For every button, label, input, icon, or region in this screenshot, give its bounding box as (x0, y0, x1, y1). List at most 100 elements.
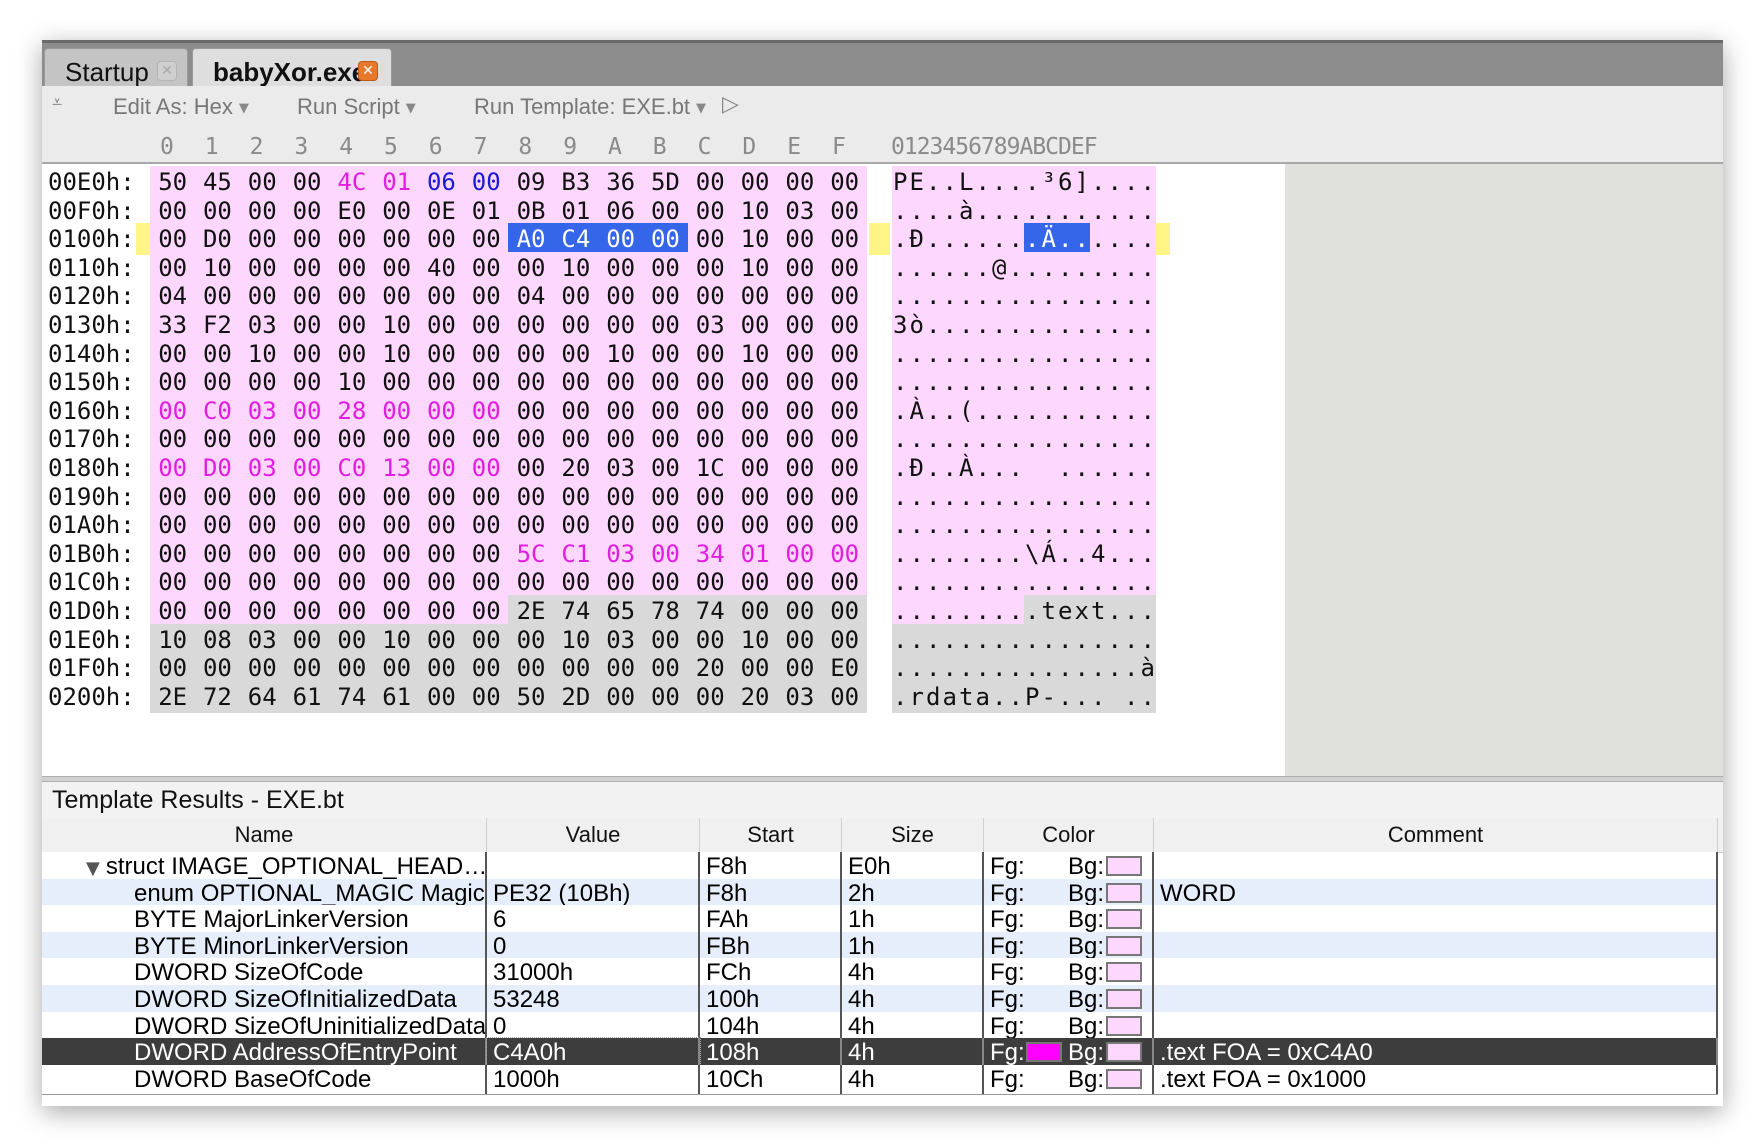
ascii-char[interactable]: . (1106, 280, 1123, 313)
hex-byte[interactable]: 00 (642, 366, 689, 399)
ascii-char[interactable]: Ð (908, 452, 925, 484)
ascii-char[interactable]: . (1040, 280, 1057, 313)
hex-byte[interactable]: 00 (822, 166, 868, 198)
ascii-char[interactable]: . (925, 166, 942, 198)
ascii-char[interactable]: à (958, 194, 975, 227)
ascii-char[interactable]: . (941, 652, 958, 685)
ascii-char[interactable]: . (1090, 309, 1107, 341)
ascii-char[interactable]: . (1106, 423, 1123, 456)
ascii-char[interactable]: . (1106, 194, 1123, 227)
ascii-char[interactable]: . (1139, 366, 1156, 399)
ascii-char[interactable]: . (1007, 280, 1024, 313)
hex-byte[interactable]: 06 (418, 166, 465, 198)
hex-byte[interactable]: 00 (822, 566, 868, 599)
ascii-char[interactable]: . (991, 480, 1008, 513)
hex-byte[interactable]: 00 (777, 251, 823, 284)
ascii-char[interactable]: . (991, 595, 1008, 627)
hex-byte[interactable]: 00 (642, 680, 689, 713)
table-row[interactable]: DWORD SizeOfCode 31000h FCh 4h Fg: Bg: (42, 958, 1718, 989)
hex-byte[interactable]: 00 (194, 423, 241, 456)
ascii-char[interactable]: . (974, 251, 991, 284)
ascii-char[interactable]: . (925, 251, 942, 284)
hex-byte[interactable]: 06 (598, 194, 644, 227)
hex-byte[interactable]: 00 (418, 309, 465, 341)
ascii-char[interactable]: . (925, 652, 942, 685)
hex-byte[interactable]: 65 (598, 595, 644, 627)
ascii-char[interactable]: . (1106, 509, 1123, 542)
table-row[interactable]: enum OPTIONAL_MAGIC Magic PE32 (10Bh) F8h 2… (42, 878, 1718, 909)
ascii-char[interactable]: . (1057, 452, 1074, 484)
hex-byte[interactable]: 00 (463, 366, 509, 399)
hex-byte[interactable]: 00 (463, 680, 509, 713)
ascii-char[interactable]: . (892, 452, 909, 484)
hex-byte[interactable]: 03 (239, 309, 285, 341)
ascii-char[interactable]: . (958, 566, 975, 599)
column-header-size[interactable]: Size (842, 818, 984, 852)
ascii-char[interactable]: . (1090, 223, 1107, 256)
ascii-char[interactable]: . (991, 537, 1008, 570)
ascii-char[interactable]: . (1040, 480, 1057, 513)
ascii-char[interactable]: . (1007, 194, 1024, 227)
hex-byte[interactable]: 40 (418, 251, 465, 284)
ascii-char[interactable]: 4 (1090, 537, 1107, 570)
hex-byte[interactable]: 03 (598, 537, 644, 570)
hex-byte[interactable]: 00 (374, 280, 420, 313)
ascii-char[interactable]: . (1123, 394, 1140, 427)
ascii-char[interactable]: . (974, 337, 991, 370)
column-header-name[interactable]: Name (42, 818, 487, 852)
ascii-char[interactable]: . (1073, 394, 1090, 427)
hex-byte[interactable]: C4 (553, 223, 599, 256)
hex-byte[interactable]: 04 (150, 280, 196, 313)
hex-byte[interactable]: 00 (732, 309, 778, 341)
ascii-char[interactable]: à (1139, 652, 1156, 685)
hex-byte[interactable]: 00 (553, 423, 599, 456)
ascii-char[interactable]: . (1139, 251, 1156, 284)
ascii-char[interactable]: . (1007, 452, 1024, 484)
ascii-char[interactable]: . (991, 623, 1008, 656)
hex-byte[interactable]: 00 (150, 337, 196, 370)
ascii-char[interactable]: - (1040, 680, 1057, 713)
ascii-char[interactable]: E (908, 166, 925, 198)
ascii-char[interactable]: . (1106, 537, 1123, 570)
hex-byte[interactable]: 00 (598, 566, 644, 599)
ascii-char[interactable]: . (958, 280, 975, 313)
hex-byte[interactable]: 00 (642, 423, 689, 456)
ascii-char[interactable]: . (1123, 423, 1140, 456)
hex-byte[interactable]: 00 (553, 309, 599, 341)
hex-byte[interactable]: 00 (418, 595, 465, 627)
hex-byte[interactable]: 00 (239, 509, 285, 542)
hex-byte[interactable]: 00 (508, 366, 554, 399)
hex-byte[interactable]: 10 (553, 251, 599, 284)
hex-byte[interactable]: 00 (687, 423, 733, 456)
ascii-char[interactable]: À (958, 452, 975, 484)
hex-byte[interactable]: 00 (642, 480, 689, 513)
ascii-char[interactable]: . (1073, 652, 1090, 685)
ascii-char[interactable]: . (1057, 680, 1074, 713)
hex-byte[interactable]: 2D (553, 680, 599, 713)
ascii-char[interactable]: t (1090, 595, 1107, 627)
ascii-char[interactable]: . (941, 423, 958, 456)
hex-byte[interactable]: 00 (284, 480, 330, 513)
ascii-char[interactable]: . (1106, 480, 1123, 513)
hex-byte[interactable]: 03 (777, 680, 823, 713)
hex-byte[interactable]: 00 (687, 480, 733, 513)
hex-byte[interactable]: 00 (732, 423, 778, 456)
ascii-char[interactable]: . (1024, 223, 1041, 256)
hex-byte[interactable]: 00 (598, 423, 644, 456)
hex-byte[interactable]: 00 (374, 223, 420, 256)
ascii-char[interactable]: . (958, 480, 975, 513)
hex-byte[interactable]: 00 (822, 680, 868, 713)
hex-byte[interactable]: 5C (508, 537, 554, 570)
hex-byte[interactable]: 10 (239, 337, 285, 370)
hex-byte[interactable]: 78 (642, 595, 689, 627)
ascii-char[interactable]: . (892, 394, 909, 427)
hex-byte[interactable]: 00 (239, 423, 285, 456)
ascii-char[interactable]: . (991, 223, 1008, 256)
hex-byte[interactable]: 00 (687, 337, 733, 370)
ascii-char[interactable]: 6 (1057, 166, 1074, 198)
ascii-char[interactable]: . (1024, 166, 1041, 198)
ascii-char[interactable]: . (908, 280, 925, 313)
hex-byte[interactable]: 00 (284, 452, 330, 484)
column-header-color[interactable]: Color (984, 818, 1154, 852)
hex-byte[interactable]: 20 (687, 652, 733, 685)
